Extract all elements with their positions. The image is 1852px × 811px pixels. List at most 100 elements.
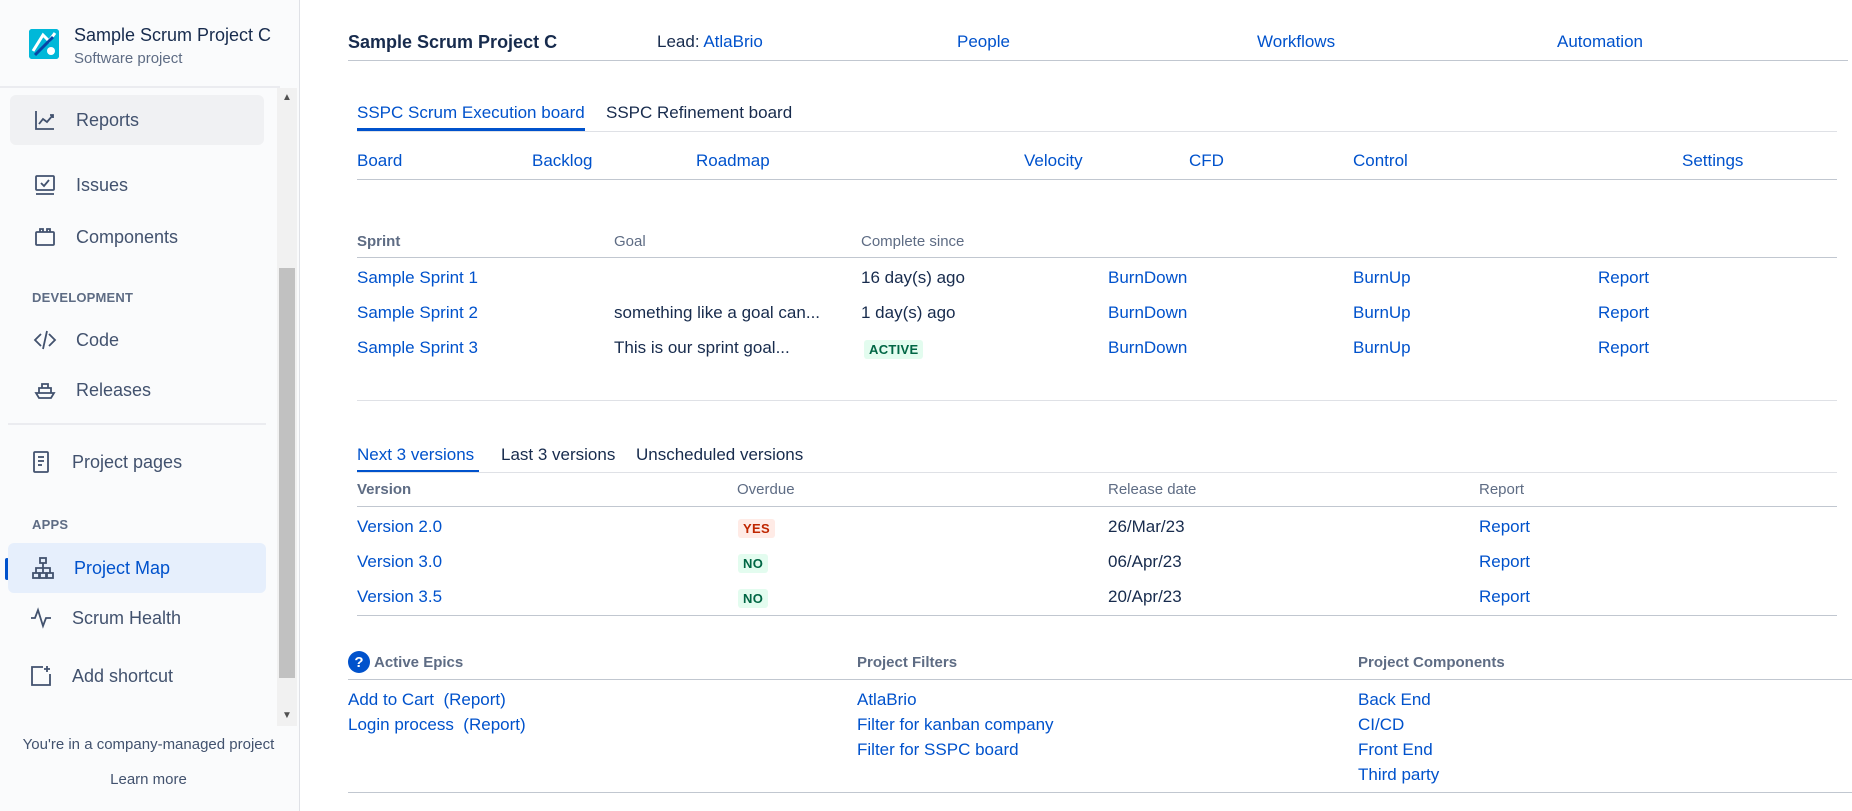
activity-icon xyxy=(28,605,54,631)
project-header[interactable]: Sample Scrum Project C Software project xyxy=(0,0,280,88)
sidebar-item-label: Scrum Health xyxy=(72,607,182,628)
sidebar-item-label: Project pages xyxy=(72,451,183,472)
filter-link[interactable]: Filter for SSPC board xyxy=(857,740,1019,760)
project-name: Sample Scrum Project C xyxy=(74,25,272,45)
report-header: Report xyxy=(1479,481,1525,498)
settings-link[interactable]: Settings xyxy=(1682,151,1743,171)
component-link[interactable]: CI/CD xyxy=(1358,715,1404,735)
help-icon[interactable]: ? xyxy=(348,651,370,673)
automation-link[interactable]: Automation xyxy=(1557,32,1643,52)
tab-refinement-board[interactable]: SSPC Refinement board xyxy=(606,103,792,123)
component-link[interactable]: Front End xyxy=(1358,740,1433,760)
velocity-link[interactable]: Velocity xyxy=(1024,151,1083,171)
sidebar-item-reports[interactable]: Reports xyxy=(10,95,264,145)
sidebar-scrollbar[interactable]: ▲ ▼ xyxy=(277,88,297,726)
epic-report-link[interactable]: (Report) xyxy=(463,715,525,734)
sidebar-item-label: Releases xyxy=(76,379,152,400)
sidebar-item-label: Project Map xyxy=(74,557,171,578)
sidebar-item-releases[interactable]: Releases xyxy=(10,365,264,415)
sidebar-item-label: Issues xyxy=(76,174,129,195)
backlog-link[interactable]: Backlog xyxy=(532,151,592,171)
project-type: Software project xyxy=(74,50,183,67)
burndown-link[interactable]: BurnDown xyxy=(1108,268,1187,288)
overdue-badge: NO xyxy=(738,589,769,608)
sidebar-footer: You're in a company-managed project Lear… xyxy=(0,726,297,811)
version-report-link[interactable]: Report xyxy=(1479,517,1530,537)
sidebar-item-code[interactable]: Code xyxy=(10,315,264,365)
sidebar-item-components[interactable]: Components xyxy=(10,212,264,262)
version-header: Version xyxy=(357,481,412,498)
main-content: Sample Scrum Project C Lead: AtlaBrio Pe… xyxy=(301,0,1852,811)
version-name-link[interactable]: Version 3.5 xyxy=(357,587,442,607)
scroll-up-arrow-icon[interactable]: ▲ xyxy=(277,88,297,108)
burnup-link[interactable]: BurnUp xyxy=(1353,338,1411,358)
active-epics-title: Active Epics xyxy=(374,653,464,671)
burndown-link[interactable]: BurnDown xyxy=(1108,303,1187,323)
sidebar-item-add-shortcut[interactable]: Add shortcut xyxy=(10,651,264,701)
sidebar-item-project-map[interactable]: Project Map xyxy=(8,543,266,593)
sprint-header-divider xyxy=(357,257,1837,258)
version-name-link[interactable]: Version 3.0 xyxy=(357,552,442,572)
burndown-link[interactable]: BurnDown xyxy=(1108,338,1187,358)
overdue-badge: YES xyxy=(738,519,775,538)
sidebar-item-label: Add shortcut xyxy=(72,665,174,686)
sidebar-item-scrum-health[interactable]: Scrum Health xyxy=(10,593,264,643)
sprint-report-link[interactable]: Report xyxy=(1598,338,1649,358)
sidebar-item-project-pages[interactable]: Project pages xyxy=(10,437,264,487)
sprint-name-link[interactable]: Sample Sprint 1 xyxy=(357,268,478,288)
cfd-link[interactable]: CFD xyxy=(1189,151,1224,171)
scrollbar-thumb[interactable] xyxy=(279,268,295,678)
burnup-link[interactable]: BurnUp xyxy=(1353,303,1411,323)
sprint-name-link[interactable]: Sample Sprint 2 xyxy=(357,303,478,323)
goal-header: Goal xyxy=(614,233,646,250)
project-components-title: Project Components xyxy=(1358,654,1505,671)
release-date: 20/Apr/23 xyxy=(1108,587,1182,606)
tab-scrum-execution-board[interactable]: SSPC Scrum Execution board xyxy=(357,103,585,123)
roadmap-link[interactable]: Roadmap xyxy=(696,151,770,171)
company-managed-message: You're in a company-managed project xyxy=(22,736,275,753)
epic-report-link[interactable]: (Report) xyxy=(443,690,505,709)
version-report-link[interactable]: Report xyxy=(1479,587,1530,607)
tab-next-versions[interactable]: Next 3 versions xyxy=(357,445,474,465)
release-date: 26/Mar/23 xyxy=(1108,517,1185,536)
control-link[interactable]: Control xyxy=(1353,151,1408,171)
sprint-name-link[interactable]: Sample Sprint 3 xyxy=(357,338,478,358)
active-epics-heading: ? Active Epics xyxy=(348,651,463,673)
versions-tabs-divider xyxy=(357,472,1837,473)
epic-link[interactable]: Add to Cart xyxy=(348,690,434,709)
sidebar-item-issues[interactable]: Issues xyxy=(10,160,264,210)
sidebar-item-label: Code xyxy=(76,329,120,350)
sprint-complete-since: 16 day(s) ago xyxy=(861,268,965,287)
learn-more-link[interactable]: Learn more xyxy=(0,771,297,788)
lead-link[interactable]: AtlaBrio xyxy=(703,32,763,51)
component-link[interactable]: Third party xyxy=(1358,765,1439,785)
tab-last-versions[interactable]: Last 3 versions xyxy=(501,445,615,465)
sprint-report-link[interactable]: Report xyxy=(1598,303,1649,323)
release-date-header: Release date xyxy=(1108,481,1197,498)
list-item: Login process (Report) xyxy=(348,715,526,735)
page-title: Sample Scrum Project C xyxy=(348,32,558,52)
complete-since-header: Complete since xyxy=(861,233,965,250)
bottom-header-divider xyxy=(348,679,1852,680)
sprint-complete-since: 1 day(s) ago xyxy=(861,303,956,322)
board-nav-divider xyxy=(357,179,1837,180)
burnup-link[interactable]: BurnUp xyxy=(1353,268,1411,288)
sprint-report-link[interactable]: Report xyxy=(1598,268,1649,288)
scroll-down-arrow-icon[interactable]: ▼ xyxy=(277,706,297,726)
version-report-link[interactable]: Report xyxy=(1479,552,1530,572)
status-badge: ACTIVE xyxy=(864,340,924,359)
project-avatar-icon xyxy=(29,29,59,59)
section-title-apps: APPS xyxy=(32,517,69,532)
epic-link[interactable]: Login process xyxy=(348,715,454,734)
components-icon xyxy=(32,224,58,250)
board-link[interactable]: Board xyxy=(357,151,402,171)
version-name-link[interactable]: Version 2.0 xyxy=(357,517,442,537)
workflows-link[interactable]: Workflows xyxy=(1257,32,1335,52)
component-link[interactable]: Back End xyxy=(1358,690,1431,710)
filter-link[interactable]: AtlaBrio xyxy=(857,690,917,710)
filter-link[interactable]: Filter for kanban company xyxy=(857,715,1054,735)
people-link[interactable]: People xyxy=(957,32,1010,52)
code-icon xyxy=(32,327,58,353)
version-header-divider xyxy=(357,506,1837,507)
tab-unscheduled-versions[interactable]: Unscheduled versions xyxy=(636,445,803,465)
